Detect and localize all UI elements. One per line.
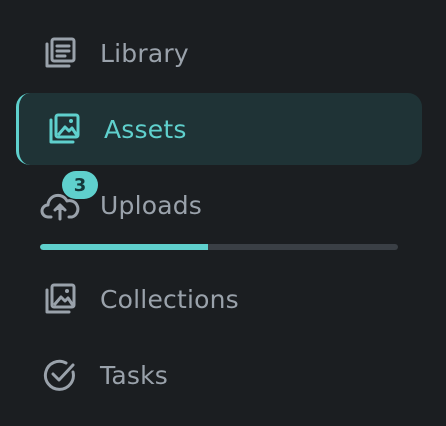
sidebar-nav: Library Assets Uploads 3 Collections Tas… [0, 0, 446, 426]
sidebar-item-collections[interactable]: Collections [16, 263, 422, 335]
sidebar-item-label: Uploads [100, 190, 203, 220]
upload-progress-fill [40, 244, 209, 250]
sidebar-item-label: Tasks [100, 360, 168, 390]
image-stack-icon [44, 109, 84, 149]
sidebar-item-label: Library [100, 38, 189, 68]
sidebar-item-label: Collections [100, 284, 239, 314]
sidebar-item-tasks[interactable]: Tasks [16, 339, 422, 411]
library-icon [40, 33, 80, 73]
sidebar-item-label: Assets [104, 114, 187, 144]
upload-progress-bar [40, 244, 398, 250]
sidebar-item-library[interactable]: Library [16, 17, 422, 89]
sidebar-item-assets[interactable]: Assets [16, 93, 422, 165]
collections-icon [40, 279, 80, 319]
check-circle-icon [40, 355, 80, 395]
uploads-count-badge: 3 [62, 171, 98, 199]
